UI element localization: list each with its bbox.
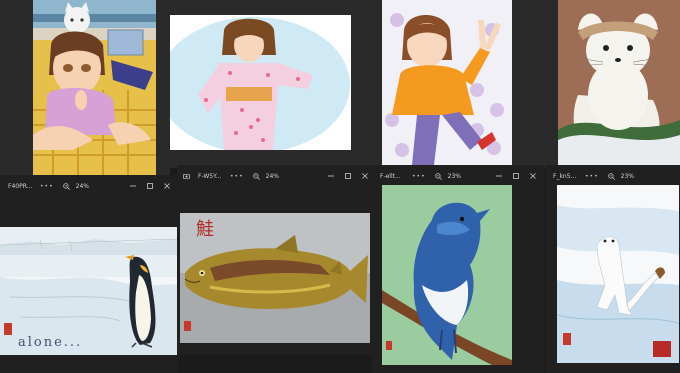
zoom-out-icon[interactable]: [62, 182, 70, 190]
title-bar[interactable]: F-ellt... ••• 23%: [372, 165, 544, 187]
minimize-icon[interactable]: [494, 172, 504, 180]
photo-canvas-bird: [382, 185, 512, 365]
window-title: F_kn5...: [553, 172, 577, 180]
kanji-label: 鮭: [196, 219, 214, 240]
photo-window-top-3[interactable]: [370, 0, 525, 168]
maximize-icon[interactable]: [343, 172, 353, 180]
photo-viewer-window-penguin[interactable]: F40PR... ••• 24% alone...: [0, 175, 178, 373]
photo-canvas-ermine: [558, 0, 680, 165]
app-icon: [183, 173, 190, 179]
more-options-button[interactable]: •••: [585, 173, 599, 180]
more-options-button[interactable]: •••: [40, 183, 54, 190]
window-title: F-ellt...: [380, 172, 401, 180]
zoom-level: 24%: [75, 182, 89, 190]
photo-window-top-2[interactable]: [170, 0, 370, 168]
zoom-out-icon[interactable]: [434, 172, 442, 180]
maximize-icon[interactable]: [145, 182, 155, 190]
zoom-level: 23%: [620, 172, 634, 180]
blue-bird-artwork: [382, 185, 512, 365]
close-icon[interactable]: [528, 172, 538, 180]
maximize-icon[interactable]: [511, 172, 521, 180]
photo-viewer-window-ermine[interactable]: F_kn5... ••• 23%: [545, 165, 680, 373]
photo-canvas-girl-kimono: [170, 15, 351, 150]
ermine-artwork: [558, 0, 680, 165]
photo-canvas-girl-peace: [382, 0, 512, 165]
zoom-level: 23%: [447, 172, 461, 180]
anime-girl-cat-artwork: [33, 0, 156, 176]
ermine-snow-artwork: [557, 185, 679, 363]
photo-window-top-4[interactable]: [525, 0, 680, 168]
girl-peace-artwork: [382, 0, 512, 165]
photo-canvas-ermine-snow: [557, 185, 679, 363]
photo-window-top-1[interactable]: [0, 0, 170, 176]
zoom-out-icon[interactable]: [607, 172, 615, 180]
more-options-button[interactable]: •••: [230, 173, 244, 180]
photo-canvas-salmon: 鮭: [180, 213, 370, 343]
photo-viewer-window-salmon[interactable]: F-W5Y... ••• 24% 鮭: [177, 165, 376, 355]
photo-canvas-penguin: alone...: [0, 227, 178, 355]
close-icon[interactable]: [360, 172, 370, 180]
zoom-level: 24%: [265, 172, 279, 180]
window-title: F40PR...: [8, 182, 33, 190]
more-options-button[interactable]: •••: [412, 173, 426, 180]
photo-canvas-anime-girl-cat: [33, 0, 156, 176]
window-title: F-W5Y...: [198, 172, 222, 180]
minimize-icon[interactable]: [326, 172, 336, 180]
title-bar[interactable]: F40PR... ••• 24%: [0, 175, 178, 197]
photo-viewer-window-bird[interactable]: F-ellt... ••• 23%: [372, 165, 544, 373]
minimize-icon[interactable]: [128, 182, 138, 190]
zoom-out-icon[interactable]: [252, 172, 260, 180]
close-icon[interactable]: [162, 182, 172, 190]
title-bar[interactable]: F_kn5... ••• 23%: [545, 165, 680, 187]
girl-kimono-artwork: [170, 15, 351, 150]
title-bar[interactable]: F-W5Y... ••• 24%: [177, 165, 376, 187]
artwork-caption: alone...: [18, 335, 83, 350]
